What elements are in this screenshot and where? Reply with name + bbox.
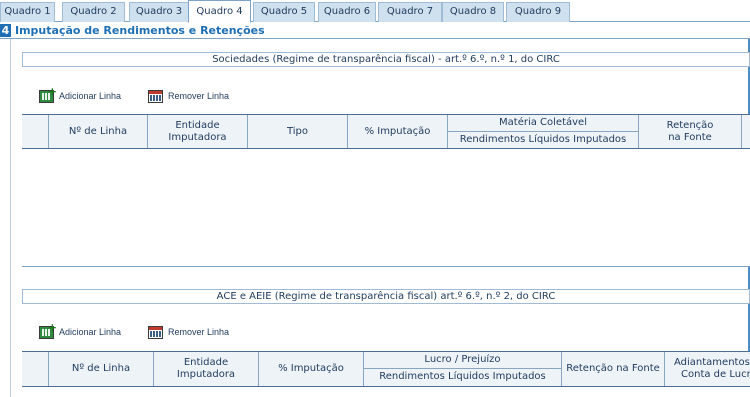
table2-col-adiantamentos-line2: Conta de Lucro [681, 369, 750, 380]
table2-header-split [364, 368, 562, 369]
tab-quadro-3[interactable]: Quadro 3 [129, 2, 189, 22]
tab-quadro-8[interactable]: Quadro 8 [442, 2, 504, 22]
table2-grid: Nº de Linha Entidade Imputadora % Imputa… [22, 351, 750, 397]
table1-body [22, 149, 750, 265]
table2-body [22, 387, 750, 397]
table1-col-imputacao: % Imputação [348, 115, 448, 148]
add-row-icon [39, 85, 57, 103]
table1-col-retencao: Retenção na Fonte [639, 115, 742, 148]
table1-header: Nº de Linha Entidade Imputadora Tipo % I… [22, 114, 750, 149]
remove-row-label: Remover Linha [168, 327, 230, 337]
add-row-icon [39, 321, 57, 339]
section-title: Imputação de Rendimentos e Retenções [15, 24, 265, 37]
table1-col-rendimentos: Rendimentos Líquidos Imputados [459, 134, 627, 145]
table1-col-materia: Matéria Coletável [499, 117, 587, 128]
table2-add-row-button[interactable]: Adicionar Linha [39, 321, 122, 340]
tab-bar: Quadro 1 Quadro 2 Quadro 3 Quadro 4 Quad… [0, 0, 750, 23]
section-number: 4 [0, 24, 11, 37]
table1-remove-row-button[interactable]: Remover Linha [148, 88, 229, 104]
table1-grid: Nº de Linha Entidade Imputadora Tipo % I… [22, 114, 750, 267]
tab-quadro-2[interactable]: Quadro 2 [62, 2, 125, 22]
table1-col-retencao-line1: Retenção [666, 119, 714, 131]
table1-add-row-button[interactable]: Adicionar Linha [39, 85, 122, 104]
table1-subtitle: Sociedades (Regime de transparência fisc… [22, 52, 750, 67]
table2-select-column [22, 352, 49, 386]
tab-quadro-9[interactable]: Quadro 9 [506, 2, 570, 22]
table2-col-retencao: Retenção na Fonte [562, 352, 665, 386]
tab-quadro-7[interactable]: Quadro 7 [378, 2, 442, 22]
table2-col-lucro: Lucro / Prejuízo [424, 354, 501, 365]
table1-header-split [448, 131, 639, 132]
tab-quadro-4[interactable]: Quadro 4 [188, 0, 251, 23]
tab-quadro-5[interactable]: Quadro 5 [253, 2, 315, 22]
table2-subtitle: ACE e AEIE (Regime de transparência fisc… [22, 289, 750, 304]
tab-quadro-1[interactable]: Quadro 1 [0, 2, 55, 22]
section-header: 4 Imputação de Rendimentos e Retenções [0, 23, 750, 39]
table2-col-rendimentos: Rendimentos Líquidos Imputados [379, 371, 546, 382]
table2-col-adiantamentos: Adiantamentos Conta de Lucro [665, 352, 750, 386]
table1-col-retencao-line2: na Fonte [668, 131, 712, 143]
table2-col-entidade: Entidade Imputadora [154, 352, 259, 386]
tab-quadro-6[interactable]: Quadro 6 [318, 2, 376, 22]
table2-col-adiantamentos-line1: Adiantamentos [674, 357, 750, 368]
table2-remove-row-button[interactable]: Remover Linha [148, 324, 229, 340]
table2-col-linha: Nº de Linha [49, 352, 154, 386]
remove-row-label: Remover Linha [168, 91, 230, 101]
table2-col-imputacao: % Imputação [259, 352, 364, 386]
remove-row-icon [148, 89, 163, 103]
add-row-label: Adicionar Linha [59, 91, 122, 101]
table1-col-entidade: Entidade Imputadora [148, 115, 248, 148]
table1-select-column [22, 115, 49, 148]
table1-col-linha: Nº de Linha [49, 115, 148, 148]
table1-bottom-border [22, 266, 750, 267]
table2-header: Nº de Linha Entidade Imputadora % Imputa… [22, 351, 750, 387]
add-row-label: Adicionar Linha [59, 327, 122, 337]
table1-col-tipo: Tipo [248, 115, 348, 148]
remove-row-icon [148, 325, 163, 339]
